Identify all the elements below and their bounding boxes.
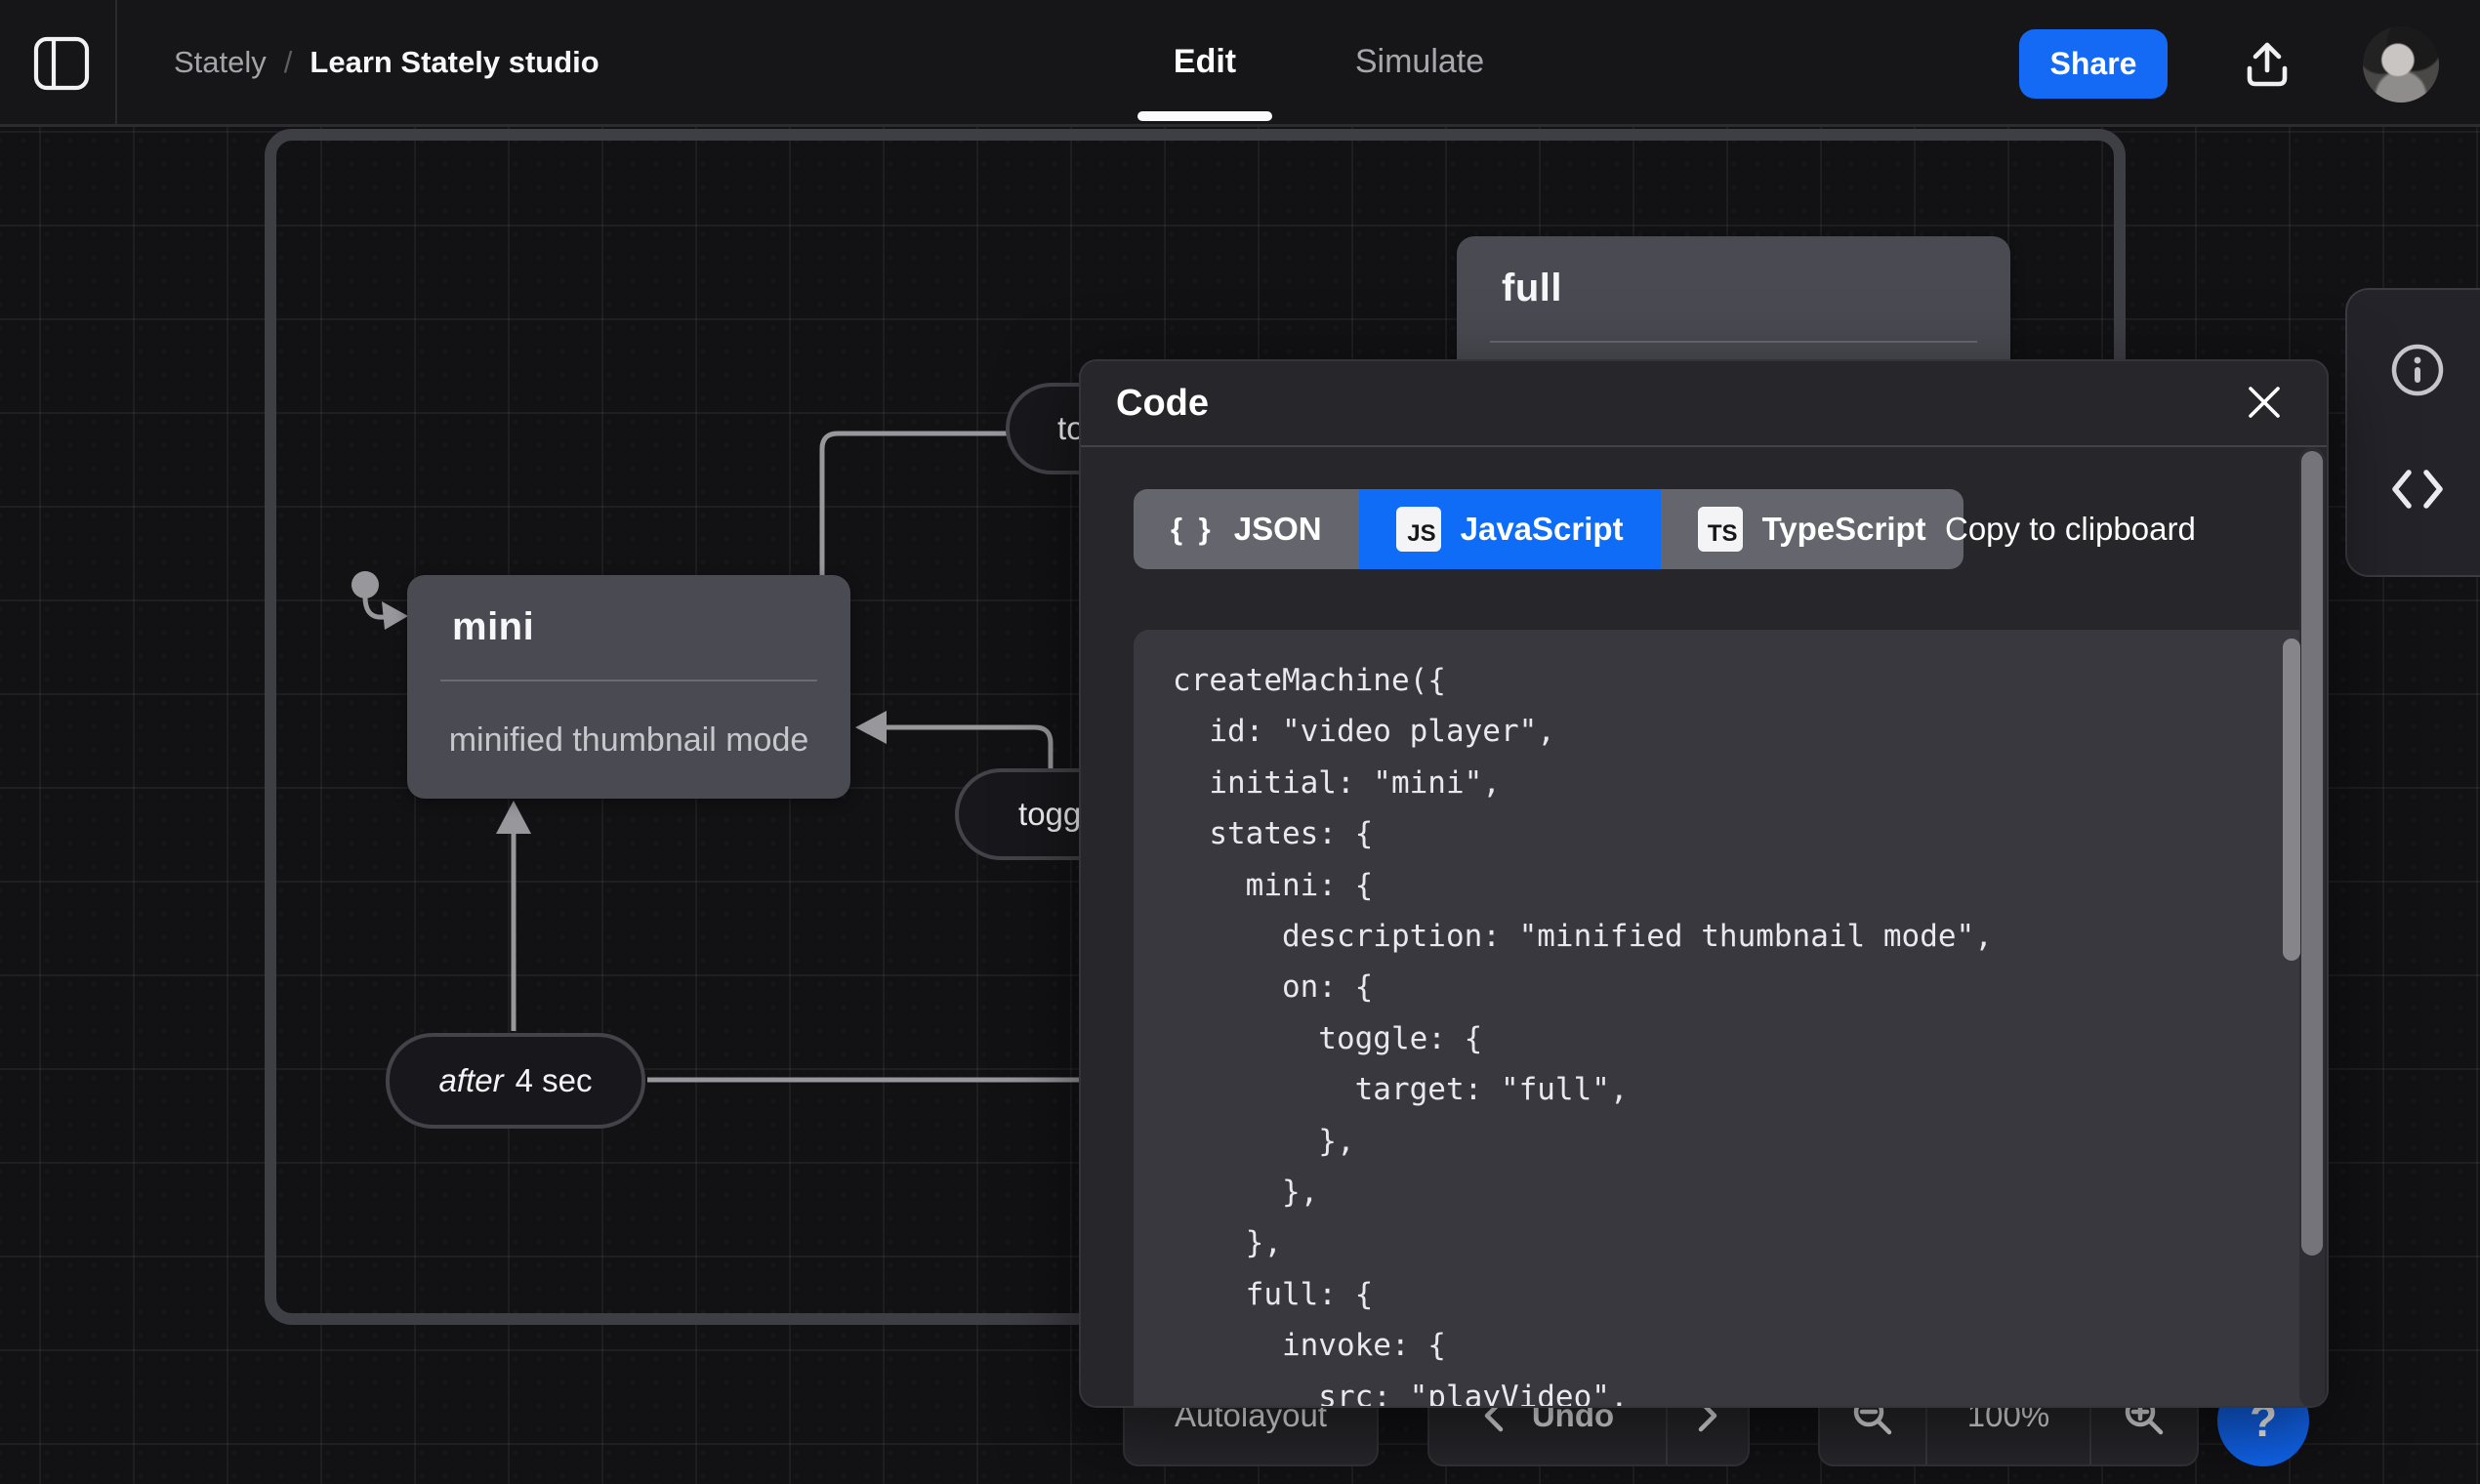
tab-simulate-label: Simulate — [1354, 43, 1485, 80]
tab-javascript-label: JavaScript — [1460, 511, 1624, 547]
javascript-icon: JS — [1395, 507, 1441, 552]
after-keyword-label: after — [438, 1062, 504, 1098]
active-tab-indicator — [1137, 111, 1272, 121]
sidebar-toggle-button[interactable] — [33, 36, 90, 91]
code-editor[interactable]: createMachine({ id: "video player", init… — [1134, 630, 2310, 1408]
copy-to-clipboard-button[interactable]: Copy to clipboard — [1945, 489, 2196, 569]
code-content: createMachine({ id: "video player", init… — [1173, 663, 1993, 1408]
modal-title: Code — [1116, 383, 1209, 424]
tab-simulate[interactable]: Simulate — [1336, 0, 1504, 124]
initial-state-marker — [351, 571, 408, 630]
state-description: minified thumbnail mode — [448, 721, 809, 759]
export-button[interactable] — [2240, 37, 2294, 92]
tab-typescript-label: TypeScript — [1761, 511, 1926, 547]
after-delay-label: 4 sec — [515, 1062, 593, 1098]
share-button[interactable]: Share — [2019, 29, 2168, 99]
tab-edit[interactable]: Edit — [1138, 0, 1271, 124]
topbar-divider — [115, 0, 117, 124]
close-icon — [2249, 387, 2280, 418]
state-node-full-header: full — [1457, 236, 2010, 341]
stately-studio-app: full mini minified thumbnail mode toggle… — [0, 0, 2480, 1484]
canvas-side-panel — [2345, 288, 2480, 577]
avatar[interactable] — [2363, 26, 2439, 103]
edge-toggle-mini — [881, 724, 1054, 771]
top-bar: Stately / Learn Stately studio Edit Simu… — [0, 0, 2480, 127]
edge-mini-toggle — [819, 431, 1011, 575]
code-panel-button[interactable] — [2377, 448, 2459, 530]
tab-typescript[interactable]: TS TypeScript — [1660, 489, 1963, 569]
copy-to-clipboard-label: Copy to clipboard — [1945, 511, 2196, 547]
modal-scrollbar-thumb[interactable] — [2301, 451, 2323, 1256]
info-button[interactable] — [2377, 329, 2459, 411]
close-button[interactable] — [2243, 381, 2286, 424]
state-title: full — [1502, 267, 1562, 309]
tab-javascript[interactable]: JS JavaScript — [1358, 489, 1661, 569]
language-tabs: { } JSON JS JavaScript TS TypeScript — [1134, 489, 1963, 569]
modal-header-divider — [1081, 445, 2327, 447]
state-node-mini[interactable]: mini minified thumbnail mode — [407, 575, 850, 799]
share-label: Share — [2049, 46, 2137, 81]
node-divider — [1490, 341, 1977, 343]
sidebar-toggle-icon — [33, 36, 90, 91]
info-icon — [2391, 344, 2444, 396]
code-scrollbar-thumb[interactable] — [2283, 639, 2300, 961]
breadcrumb: Stately / Learn Stately studio — [174, 0, 599, 124]
tab-json-label: JSON — [1233, 511, 1322, 547]
breadcrumb-current[interactable]: Learn Stately studio — [310, 45, 599, 80]
tab-json[interactable]: { } JSON — [1134, 489, 1359, 569]
event-pill-after-4-sec[interactable]: after 4 sec — [386, 1033, 645, 1129]
upload-icon — [2247, 42, 2288, 87]
braces-icon: { } — [1171, 512, 1215, 546]
breadcrumb-root[interactable]: Stately — [174, 45, 267, 80]
typescript-icon: TS — [1697, 507, 1743, 552]
code-modal: Code { } JSON JS JavaScript TS TypeScrip… — [1079, 359, 2329, 1408]
tab-edit-label: Edit — [1173, 43, 1237, 80]
breadcrumb-separator: / — [283, 44, 293, 79]
code-modal-header: Code — [1081, 361, 2327, 445]
state-title: mini — [452, 605, 535, 648]
code-icon — [2392, 470, 2443, 509]
state-node-mini-header: mini — [407, 575, 850, 680]
